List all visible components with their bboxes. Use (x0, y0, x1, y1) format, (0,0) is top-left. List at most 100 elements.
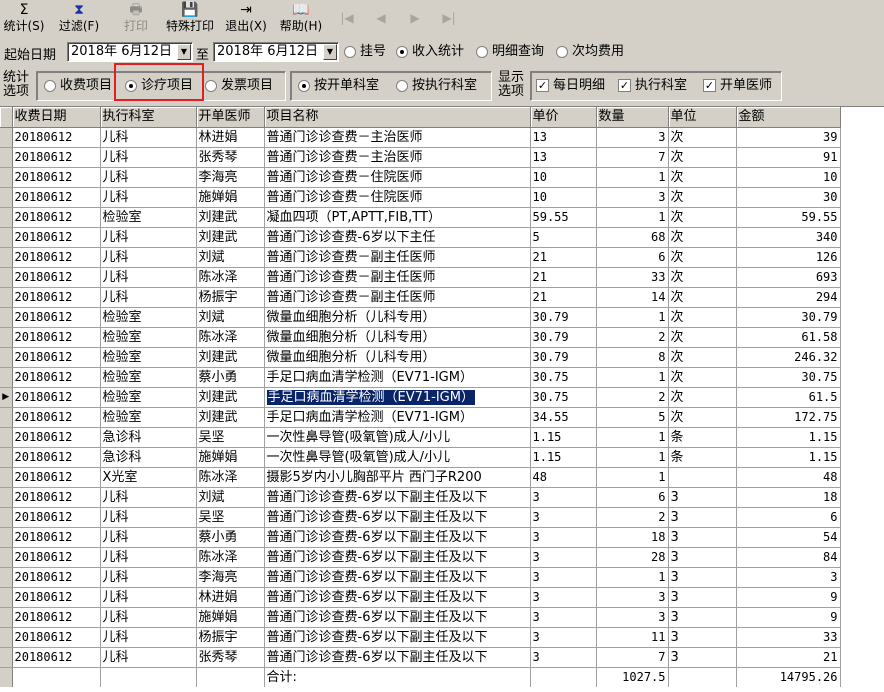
cell-doctor[interactable]: 李海亮 (196, 167, 265, 188)
col-header-unit[interactable]: 单位 (668, 107, 737, 128)
cell-amount[interactable]: 126 (736, 247, 841, 268)
cell-item[interactable]: 摄影5岁内小儿胸部平片 西门子R200 (264, 467, 531, 488)
cell-doctor[interactable]: 陈冰泽 (196, 547, 265, 568)
table-row[interactable]: 20180612 检验室 陈冰泽 微量血细胞分析（儿科专用） 30.79 2 次 61.58 (0, 327, 841, 348)
cell-amount[interactable]: 30 (736, 187, 841, 208)
cell-exec-dept[interactable]: 儿科 (100, 147, 197, 168)
cell-price[interactable]: 5 (530, 227, 597, 248)
cell-item[interactable]: 一次性鼻导管(吸氧管)成人/小儿 (264, 427, 531, 448)
cell-amount[interactable]: 172.75 (736, 407, 841, 428)
cell-amount[interactable]: 9 (736, 607, 841, 628)
cell-date[interactable]: 20180612 (12, 587, 101, 608)
cell-date[interactable]: 20180612 (12, 547, 101, 568)
cell-amount[interactable]: 39 (736, 127, 841, 148)
row-indicator[interactable] (0, 287, 13, 308)
cell-unit[interactable]: 次 (668, 367, 737, 388)
cell-doctor[interactable]: 刘建武 (196, 227, 265, 248)
cell-qty[interactable]: 5 (596, 407, 669, 428)
cell-price[interactable]: 3 (530, 647, 597, 668)
table-row[interactable]: 20180612 急诊科 吴坚 一次性鼻导管(吸氧管)成人/小儿 1.15 1 条 1.15 (0, 427, 841, 448)
special-print-button[interactable]: 💾 特殊打印 (163, 2, 217, 36)
cell-exec-dept[interactable]: 检验室 (100, 327, 197, 348)
cell-exec-dept[interactable]: 儿科 (100, 507, 197, 528)
charge-item-radio[interactable]: 收费项目 (44, 77, 112, 95)
cell-unit[interactable]: 次 (668, 247, 737, 268)
cell-price[interactable]: 10 (530, 187, 597, 208)
row-indicator[interactable] (0, 467, 13, 488)
cell-unit[interactable]: 次 (668, 187, 737, 208)
cell-date[interactable]: 20180612 (12, 507, 101, 528)
cell-doctor[interactable]: 刘建武 (196, 207, 265, 228)
cell-item[interactable]: 普通门诊诊查费－副主任医师 (264, 267, 531, 288)
cell-qty[interactable]: 1 (596, 567, 669, 588)
cell-date[interactable]: 20180612 (12, 567, 101, 588)
cell-exec-dept[interactable]: 检验室 (100, 207, 197, 228)
by-ordering-dept-radio[interactable]: 按开单科室 (298, 77, 379, 95)
cell-item[interactable]: 普通门诊诊查费－主治医师 (264, 147, 531, 168)
cell-amount[interactable]: 84 (736, 547, 841, 568)
cell-exec-dept[interactable]: 儿科 (100, 167, 197, 188)
table-row[interactable]: ▶ 20180612 检验室 刘建武 手足口病血清学检测（EV71-IGM） 30.75 2… (0, 387, 841, 408)
cell-price[interactable]: 21 (530, 247, 597, 268)
cell-date[interactable]: 20180612 (12, 647, 101, 668)
cell-unit[interactable]: 次 (668, 307, 737, 328)
cell-unit[interactable]: 3 (668, 607, 737, 628)
cell-amount[interactable]: 54 (736, 527, 841, 548)
cell-amount[interactable]: 1.15 (736, 427, 841, 448)
cell-item[interactable]: 凝血四项（PT,APTT,FIB,TT） (264, 207, 531, 228)
row-indicator[interactable] (0, 247, 13, 268)
table-row[interactable]: 20180612 儿科 李海亮 普通门诊诊查费－住院医师 10 1 次 10 (0, 167, 841, 188)
row-indicator[interactable] (0, 607, 13, 628)
row-pointer-icon[interactable]: ▶ (0, 387, 13, 408)
cell-price[interactable]: 3 (530, 627, 597, 648)
cell-date[interactable]: 20180612 (12, 367, 101, 388)
start-date-picker[interactable]: 2018年 6月12日 ▼ (67, 42, 193, 62)
row-indicator[interactable] (0, 147, 13, 168)
cell-doctor[interactable]: 施婵娟 (196, 607, 265, 628)
cell-amount[interactable]: 9 (736, 587, 841, 608)
cell-amount[interactable]: 1.15 (736, 447, 841, 468)
cell-exec-dept[interactable]: 急诊科 (100, 447, 197, 468)
cell-unit[interactable]: 次 (668, 207, 737, 228)
cell-qty[interactable]: 1 (596, 367, 669, 388)
table-row[interactable]: 20180612 检验室 刘建武 微量血细胞分析（儿科专用） 30.79 8 次 246.32 (0, 347, 841, 368)
cell-unit[interactable]: 条 (668, 427, 737, 448)
cell-date[interactable]: 20180612 (12, 267, 101, 288)
cell-price[interactable]: 21 (530, 267, 597, 288)
row-indicator[interactable] (0, 427, 13, 448)
cell-qty[interactable]: 7 (596, 147, 669, 168)
cell-doctor[interactable]: 刘斌 (196, 307, 265, 328)
table-row[interactable]: 20180612 儿科 陈冰泽 普通门诊诊查费－副主任医师 21 33 次 693 (0, 267, 841, 288)
cell-item[interactable]: 一次性鼻导管(吸氧管)成人/小儿 (264, 447, 531, 468)
cell-date[interactable]: 20180612 (12, 127, 101, 148)
cell-date[interactable]: 20180612 (12, 167, 101, 188)
cell-price[interactable]: 3 (530, 607, 597, 628)
cell-qty[interactable]: 7 (596, 647, 669, 668)
cell-amount[interactable]: 61.58 (736, 327, 841, 348)
row-indicator[interactable] (0, 227, 13, 248)
cell-item[interactable]: 普通门诊诊查费-6岁以下副主任及以下 (264, 647, 531, 668)
cell-unit[interactable]: 次 (668, 327, 737, 348)
cell-exec-dept[interactable]: 检验室 (100, 387, 197, 408)
col-header-item[interactable]: 项目名称 (264, 107, 531, 128)
cell-price[interactable]: 10 (530, 167, 597, 188)
cell-unit[interactable]: 次 (668, 167, 737, 188)
table-row[interactable]: 20180612 儿科 杨振宇 普通门诊诊查费-6岁以下副主任及以下 3 11 3 33 (0, 627, 841, 648)
cell-doctor[interactable]: 刘斌 (196, 247, 265, 268)
table-row[interactable]: 20180612 儿科 蔡小勇 普通门诊诊查费-6岁以下副主任及以下 3 18 3 54 (0, 527, 841, 548)
cell-date[interactable]: 20180612 (12, 147, 101, 168)
exit-button[interactable]: ⇥ 退出(X) (222, 2, 270, 36)
cell-date[interactable]: 20180612 (12, 527, 101, 548)
table-row[interactable]: 20180612 儿科 李海亮 普通门诊诊查费-6岁以下副主任及以下 3 1 3 3 (0, 567, 841, 588)
cell-price[interactable]: 30.79 (530, 347, 597, 368)
cell-amount[interactable]: 91 (736, 147, 841, 168)
cell-date[interactable]: 20180612 (12, 627, 101, 648)
cell-qty[interactable]: 1 (596, 167, 669, 188)
cell-exec-dept[interactable]: 儿科 (100, 587, 197, 608)
cell-price[interactable]: 48 (530, 467, 597, 488)
cell-exec-dept[interactable]: 检验室 (100, 307, 197, 328)
cell-doctor[interactable]: 陈冰泽 (196, 467, 265, 488)
cell-exec-dept[interactable]: 儿科 (100, 567, 197, 588)
cell-exec-dept[interactable]: 检验室 (100, 347, 197, 368)
cell-doctor[interactable]: 杨振宇 (196, 627, 265, 648)
